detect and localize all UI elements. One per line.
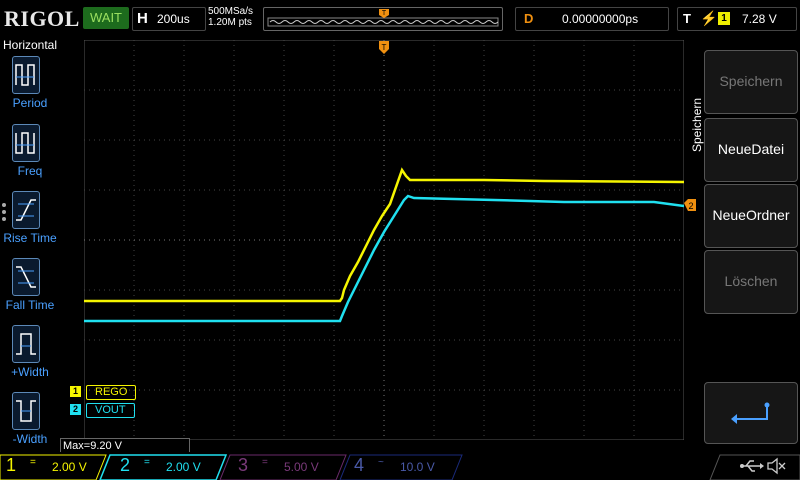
new-folder-button[interactable]: NeueOrdner xyxy=(704,184,798,248)
ch2-trace-label: 2 VOUT xyxy=(70,403,150,418)
measure-negative-width[interactable]: -Width xyxy=(0,392,60,458)
frequency-icon xyxy=(12,124,40,162)
trigger-label: T xyxy=(683,11,691,26)
ch1-trace-label: 1 REGO xyxy=(70,385,150,400)
measure-frequency[interactable]: Freq xyxy=(0,124,60,190)
ch1-settings[interactable]: 1 = 2.00 V xyxy=(0,455,100,479)
delay-label: D xyxy=(524,11,534,26)
menu-page-indicator xyxy=(2,200,6,224)
trigger-position-marker: T xyxy=(379,9,389,18)
memory-points: 1.20M pts xyxy=(208,17,252,28)
save-button[interactable]: Speichern xyxy=(704,50,798,114)
save-menu-title: Speichern xyxy=(690,97,704,152)
trigger-source-badge: 1 xyxy=(718,12,730,25)
measure-rise-time[interactable]: Rise Time xyxy=(0,191,60,257)
svg-text:T: T xyxy=(382,10,387,17)
sample-rate: 500MSa/s xyxy=(208,6,254,17)
horizontal-label: H xyxy=(137,10,148,27)
memory-overview-bar: T xyxy=(263,7,503,31)
measure-fall-time[interactable]: Fall Time xyxy=(0,258,60,324)
fall-time-icon xyxy=(12,258,40,296)
ch4-settings[interactable]: 4 ~ 10.0 V xyxy=(348,455,448,479)
delay-value: 0.00000000ps xyxy=(562,12,639,26)
measure-period[interactable]: Period xyxy=(0,56,60,122)
ch2-settings[interactable]: 2 = 2.00 V xyxy=(114,455,214,479)
trigger-level: 7.28 V xyxy=(742,12,777,26)
measure-menu-title: Horizontal xyxy=(2,38,58,52)
channel-status-bar: 1 = 2.00 V 2 = 2.00 V 3 = 5.00 V 4 ~ 10.… xyxy=(0,452,800,480)
timebase-box[interactable]: H 200us xyxy=(132,7,206,31)
waveform-display: T xyxy=(84,40,684,440)
run-status-badge: WAIT xyxy=(83,7,129,29)
delay-box[interactable]: D 0.00000000ps xyxy=(515,7,669,31)
rise-time-icon xyxy=(12,191,40,229)
return-arrow-icon xyxy=(731,402,770,424)
usb-icon xyxy=(740,460,764,472)
rigol-logo: RIGOL xyxy=(4,6,80,31)
save-menu: Speichern Speichern NeueDatei NeueOrdner… xyxy=(688,36,800,452)
acquisition-info: 500MSa/s 1.20M pts xyxy=(208,6,253,28)
negative-width-icon xyxy=(12,392,40,430)
timebase-value: 200us xyxy=(157,12,190,26)
top-status-bar: RIGOL WAIT H 200us 500MSa/s 1.20M pts T … xyxy=(0,0,800,36)
measure-positive-width[interactable]: +Width xyxy=(0,325,60,391)
svg-text:T: T xyxy=(382,43,387,52)
period-icon xyxy=(12,56,40,94)
ch3-settings[interactable]: 3 = 5.00 V xyxy=(232,455,332,479)
new-file-button[interactable]: NeueDatei xyxy=(704,118,798,182)
delete-button[interactable]: Löschen xyxy=(704,250,798,314)
return-button[interactable] xyxy=(704,382,798,444)
measure-menu: Horizontal Period Freq Rise Time Fall Ti… xyxy=(0,36,60,452)
positive-width-icon xyxy=(12,325,40,363)
rising-edge-icon: ⚡ xyxy=(700,10,718,26)
speaker-muted-icon[interactable] xyxy=(766,456,786,476)
trigger-box[interactable]: T ⚡ 1 7.28 V xyxy=(677,7,797,31)
